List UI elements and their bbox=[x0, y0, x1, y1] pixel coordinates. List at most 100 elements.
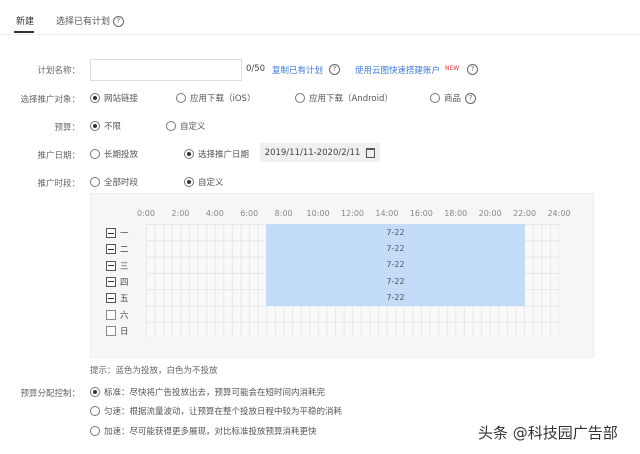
hour-label: 8:00 bbox=[274, 209, 293, 218]
hour-label: 16:00 bbox=[409, 209, 433, 218]
checkbox-icon bbox=[106, 293, 116, 304]
hour-label: 22:00 bbox=[513, 209, 537, 218]
time-schedule-grid: 7-22 7-22 7-22 7-22 7-22 0:00 2:00 4:00 6:00 8:0… bbox=[90, 193, 594, 358]
checkbox-icon bbox=[106, 244, 116, 255]
option-label: 应用下载（Android） bbox=[309, 94, 393, 104]
option-label: 商品 bbox=[444, 94, 462, 104]
option-label: 不限 bbox=[104, 122, 122, 132]
hour-label: 14:00 bbox=[375, 209, 399, 218]
date-range-picker[interactable]: 2019/11/11-2020/2/11 bbox=[260, 143, 380, 162]
day-row-toggle[interactable]: 二 bbox=[106, 243, 129, 255]
radio-icon bbox=[90, 149, 100, 159]
budget-label: 预算： bbox=[54, 123, 80, 133]
cloud-setup-link[interactable]: 使用云图快速搭建账户 bbox=[355, 64, 440, 76]
option-label: 应用下载（iOS） bbox=[190, 94, 256, 104]
schedule-block[interactable]: 7-22 bbox=[266, 289, 525, 306]
target-option-website[interactable]: 网站链接 bbox=[90, 92, 138, 104]
hour-label: 4:00 bbox=[205, 209, 224, 218]
day-label: 四 bbox=[120, 277, 129, 288]
copy-plan-link[interactable]: 复制已有计划 bbox=[272, 64, 323, 76]
pacing-option-standard[interactable]: 标准：尽快将广告投放出去，预算可能会在短时间内消耗完 bbox=[90, 386, 325, 398]
new-badge: NEW bbox=[445, 65, 460, 72]
tab-label: 选择已有计划 bbox=[56, 17, 111, 27]
radio-icon bbox=[90, 426, 100, 436]
option-label: 选择推广日期 bbox=[198, 150, 250, 160]
target-option-ios[interactable]: 应用下载（iOS） bbox=[176, 92, 255, 104]
day-label: 五 bbox=[120, 294, 129, 305]
help-icon[interactable]: ? bbox=[467, 64, 478, 75]
plan-name-label: 计划名称： bbox=[37, 66, 80, 76]
budget-option-custom[interactable]: 自定义 bbox=[166, 120, 206, 132]
radio-icon bbox=[90, 406, 100, 416]
option-label: 全部时段 bbox=[104, 178, 139, 188]
day-label: 日 bbox=[120, 326, 129, 337]
period-option-all[interactable]: 全部时段 bbox=[90, 176, 138, 188]
calendar-icon bbox=[366, 147, 376, 158]
schedule-block[interactable]: 7-22 bbox=[266, 240, 525, 258]
period-option-custom[interactable]: 自定义 bbox=[184, 176, 224, 188]
date-range-value: 2019/11/11-2020/2/11 bbox=[264, 147, 361, 158]
radio-icon bbox=[184, 177, 194, 187]
budget-option-unlimited[interactable]: 不限 bbox=[90, 120, 121, 132]
date-label: 推广日期： bbox=[37, 151, 80, 161]
radio-icon bbox=[90, 177, 100, 187]
day-label: 三 bbox=[120, 261, 129, 272]
option-label: 自定义 bbox=[180, 122, 206, 132]
option-label: 网站链接 bbox=[104, 94, 139, 104]
schedule-block[interactable]: 7-22 bbox=[266, 272, 525, 290]
checkbox-icon bbox=[106, 325, 116, 336]
plan-name-input[interactable] bbox=[90, 59, 242, 81]
date-option-long-term[interactable]: 长期投放 bbox=[90, 148, 138, 160]
radio-icon bbox=[184, 149, 194, 159]
schedule-block[interactable]: 7-22 bbox=[266, 224, 525, 241]
schedule-block[interactable]: 7-22 bbox=[266, 256, 525, 274]
period-label: 推广时段： bbox=[37, 179, 80, 189]
option-label: 长期投放 bbox=[104, 150, 139, 160]
hour-label: 2:00 bbox=[171, 209, 190, 218]
radio-icon bbox=[90, 121, 100, 131]
hour-label: 24:00 bbox=[547, 209, 571, 218]
checkbox-icon bbox=[106, 276, 116, 287]
day-label: 二 bbox=[120, 245, 129, 256]
hour-label: 10:00 bbox=[306, 209, 330, 218]
hour-label: 18:00 bbox=[444, 209, 468, 218]
pacing-option-even[interactable]: 匀速：根据流量波动，让预算在整个投放日程中较为平稳的消耗 bbox=[90, 405, 342, 417]
day-row-toggle[interactable]: 六 bbox=[106, 309, 129, 321]
option-label: 标准：尽快将广告投放出去，预算可能会在短时间内消耗完 bbox=[104, 388, 326, 398]
tab-select-existing[interactable]: 选择已有计划 ? bbox=[56, 14, 124, 27]
radio-icon bbox=[430, 93, 440, 103]
hour-label: 12:00 bbox=[340, 209, 365, 218]
target-option-product[interactable]: 商品? bbox=[430, 92, 477, 104]
option-label: 自定义 bbox=[198, 178, 224, 188]
day-label: 一 bbox=[120, 229, 129, 239]
pacing-option-accelerated[interactable]: 加速：尽可能获得更多展现，对比标准投放预算消耗更快 bbox=[90, 425, 317, 437]
checkbox-icon bbox=[106, 228, 116, 238]
radio-icon bbox=[176, 93, 186, 103]
help-icon[interactable]: ? bbox=[465, 92, 477, 104]
schedule-cells[interactable]: 7-22 7-22 7-22 7-22 7-22 bbox=[146, 224, 559, 338]
tab-new[interactable]: 新建 bbox=[16, 14, 34, 27]
day-row-toggle[interactable]: 三 bbox=[106, 260, 129, 272]
tab-bar: 新建 选择已有计划 ? bbox=[0, 0, 640, 35]
checkbox-icon bbox=[106, 309, 116, 320]
schedule-hint: 提示：蓝色为投放，白色为不投放 bbox=[90, 366, 218, 376]
date-option-select[interactable]: 选择推广日期 bbox=[184, 148, 249, 160]
help-icon[interactable]: ? bbox=[329, 64, 340, 75]
day-row-toggle[interactable]: 日 bbox=[106, 325, 129, 337]
pacing-label: 预算分配控制： bbox=[20, 389, 80, 399]
radio-icon bbox=[90, 387, 100, 397]
radio-icon bbox=[90, 93, 100, 103]
target-label: 选择推广对象： bbox=[20, 95, 80, 105]
help-icon[interactable]: ? bbox=[112, 16, 124, 27]
active-tab-indicator bbox=[14, 31, 34, 33]
option-label: 加速：尽可能获得更多展现，对比标准投放预算消耗更快 bbox=[104, 427, 317, 437]
radio-icon bbox=[166, 121, 176, 131]
target-option-android[interactable]: 应用下载（Android） bbox=[295, 92, 393, 104]
hour-label: 6:00 bbox=[240, 209, 259, 218]
day-row-toggle[interactable]: 一 bbox=[106, 227, 129, 239]
option-label: 匀速：根据流量波动，让预算在整个投放日程中较为平稳的消耗 bbox=[104, 407, 343, 417]
hour-label: 20:00 bbox=[478, 209, 502, 218]
day-row-toggle[interactable]: 五 bbox=[106, 292, 129, 304]
watermark: 头条 @科技园广告部 bbox=[478, 424, 618, 442]
day-row-toggle[interactable]: 四 bbox=[106, 276, 129, 288]
